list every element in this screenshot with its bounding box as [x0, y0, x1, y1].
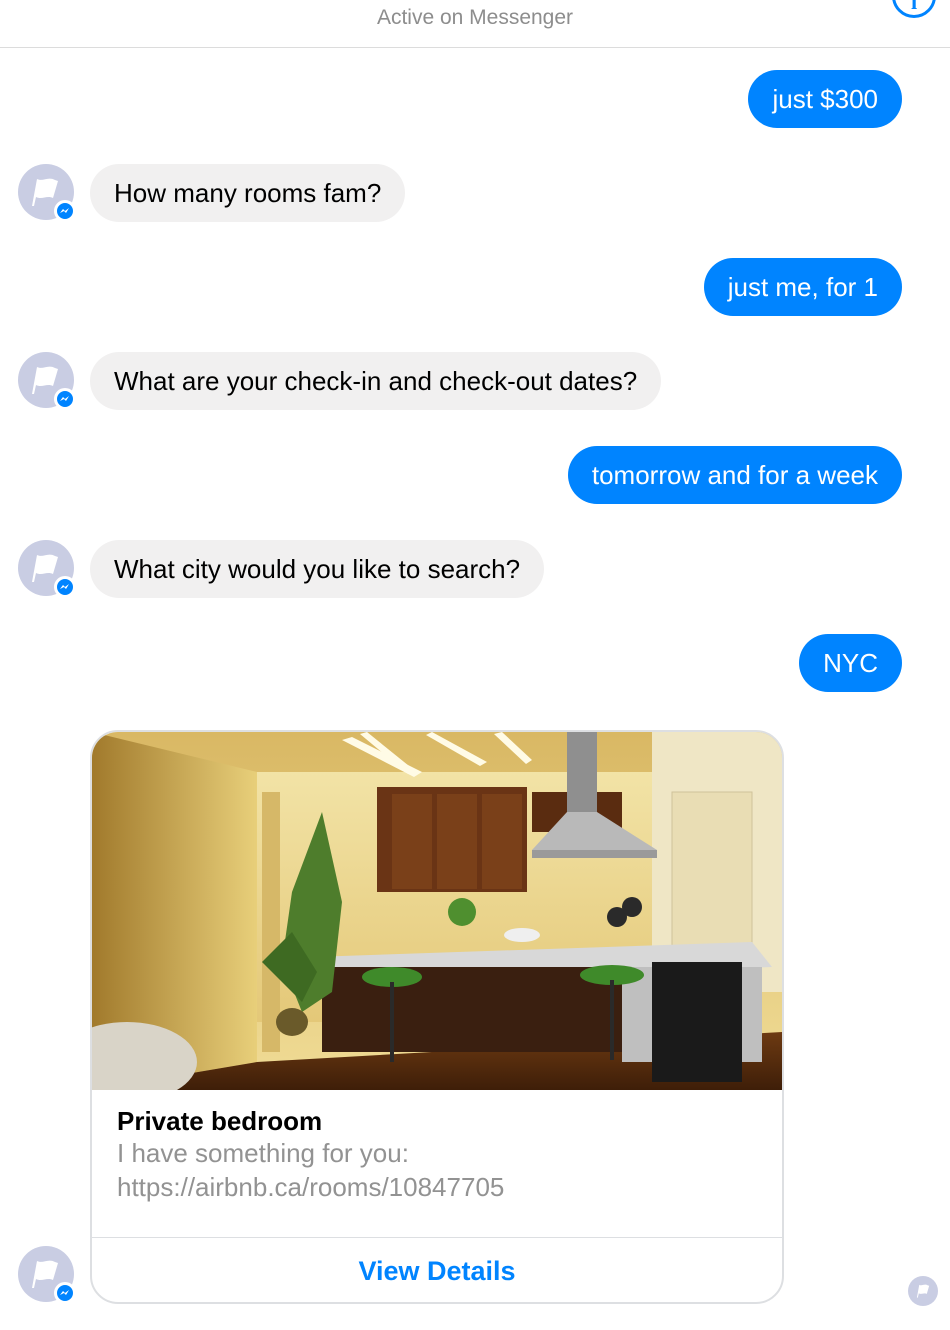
- listing-photo[interactable]: [92, 732, 782, 1090]
- listing-title: Private bedroom: [117, 1106, 323, 1136]
- listing-url[interactable]: https://airbnb.ca/rooms/10847705: [117, 1172, 504, 1203]
- bot-avatar[interactable]: [18, 164, 76, 222]
- outgoing-message[interactable]: tomorrow and for a week: [567, 446, 902, 504]
- messenger-badge-icon: [54, 388, 76, 410]
- messenger-badge-icon: [54, 200, 76, 222]
- listing-card[interactable]: Private bedroom I have something for you…: [90, 730, 784, 1304]
- incoming-message[interactable]: How many rooms fam?: [90, 164, 406, 222]
- outgoing-message[interactable]: just $300: [748, 70, 902, 128]
- messenger-badge-icon: [54, 1282, 76, 1304]
- info-glyph: i: [910, 0, 918, 14]
- active-status: Active on Messenger: [376, 6, 574, 29]
- chat-header: Active on Messenger i: [0, 0, 950, 48]
- view-details-button[interactable]: View Details: [92, 1238, 782, 1302]
- bot-avatar[interactable]: [18, 352, 76, 410]
- outgoing-message[interactable]: just me, for 1: [703, 258, 902, 316]
- incoming-message[interactable]: What are your check-in and check-out dat…: [90, 352, 662, 410]
- bot-avatar[interactable]: [18, 540, 76, 598]
- seen-indicator-icon: [908, 1276, 938, 1306]
- outgoing-message[interactable]: NYC: [799, 634, 902, 692]
- listing-subtitle: I have something for you:: [117, 1138, 409, 1168]
- incoming-message[interactable]: What city would you like to search?: [90, 540, 545, 598]
- messenger-badge-icon: [54, 576, 76, 598]
- bot-avatar[interactable]: [18, 1246, 76, 1304]
